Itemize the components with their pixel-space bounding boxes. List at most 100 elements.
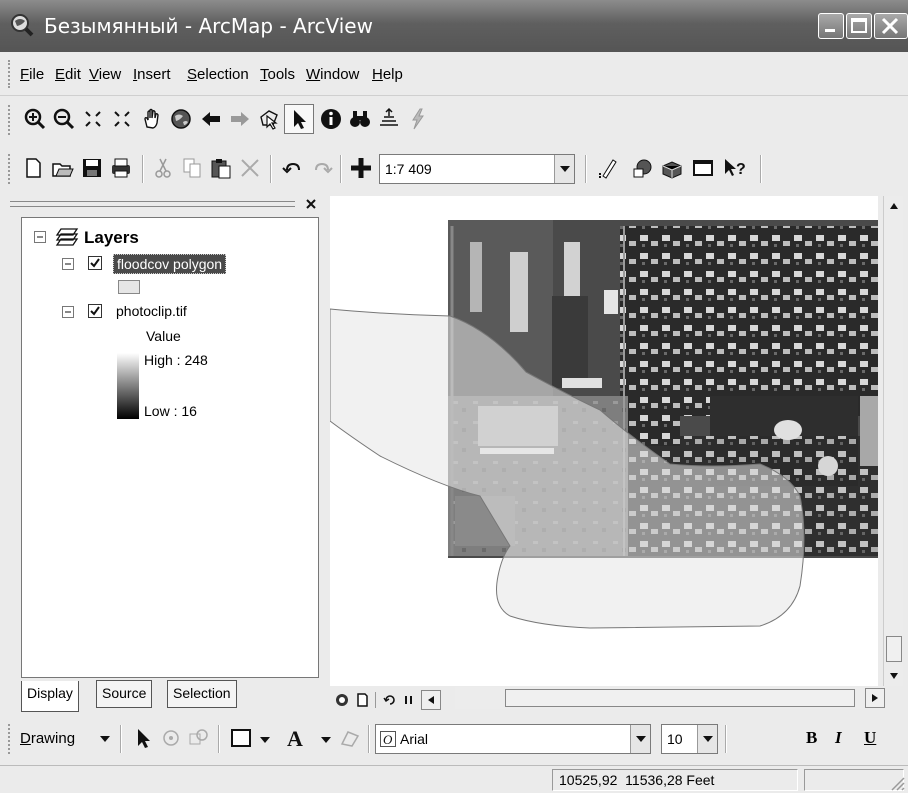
map-scale-combo[interactable]: 1:7 409 <box>379 154 575 184</box>
open-button[interactable] <box>50 155 76 181</box>
arccatalog-icon <box>633 159 652 178</box>
fixed-zoom-out-button[interactable] <box>109 106 135 132</box>
map-display[interactable] <box>330 196 878 686</box>
polygon-symbol-swatch[interactable] <box>118 280 140 294</box>
toc-title-bar[interactable] <box>4 197 324 211</box>
minimize-button[interactable] <box>818 13 844 39</box>
standard-toolbar: 1:7 409 ? <box>0 146 908 194</box>
menu-file[interactable]: File <box>20 66 44 83</box>
layer-name[interactable]: photoclip.tif <box>116 303 187 319</box>
title-bar[interactable]: Безымянный - ArcMap - ArcView <box>0 0 908 52</box>
map-vertical-scrollbar[interactable] <box>883 196 903 686</box>
layer-name[interactable]: floodcov polygon <box>113 254 227 274</box>
redo-button[interactable] <box>309 155 335 181</box>
full-extent-button[interactable] <box>168 106 194 132</box>
refresh-icon[interactable] <box>383 693 397 707</box>
chevron-down-icon[interactable] <box>99 735 111 743</box>
standard-toolbar-grip[interactable] <box>8 154 12 184</box>
layer-collapse-icon[interactable] <box>62 258 75 271</box>
select-elements-button[interactable] <box>284 104 314 134</box>
maximize-button[interactable] <box>846 13 872 39</box>
underline-button[interactable]: U <box>864 728 876 748</box>
chevron-down-icon[interactable] <box>320 736 332 744</box>
toc-close-icon[interactable] <box>304 197 318 211</box>
tab-selection[interactable]: Selection <box>167 680 237 708</box>
tools-toolbar-grip[interactable] <box>8 105 12 135</box>
new-document-button[interactable] <box>20 155 46 181</box>
layers-collapse-icon[interactable] <box>34 231 47 244</box>
drawing-menu-button[interactable]: Drawing <box>20 730 75 747</box>
close-button[interactable] <box>874 13 908 39</box>
vertical-scroll-thumb[interactable] <box>886 636 902 662</box>
layer-visibility-checkbox[interactable] <box>88 304 103 319</box>
arctoolbox-button[interactable] <box>659 155 685 181</box>
rotate-button[interactable] <box>158 725 184 751</box>
add-data-button[interactable] <box>348 155 374 181</box>
pause-drawing-icon[interactable] <box>403 694 415 706</box>
menu-window[interactable]: Window <box>306 66 359 83</box>
menu-selection[interactable]: Selection <box>187 66 249 83</box>
cut-button[interactable] <box>150 155 176 181</box>
forward-button[interactable] <box>227 106 253 132</box>
fixed-zoom-in-button[interactable] <box>80 106 106 132</box>
whats-this-icon: ? <box>725 159 746 178</box>
identify-button[interactable] <box>318 106 344 132</box>
scroll-down-button[interactable] <box>884 666 904 686</box>
menu-view[interactable]: View <box>89 66 121 83</box>
italic-button[interactable]: I <box>835 728 842 748</box>
chevron-down-icon[interactable] <box>259 736 271 744</box>
menu-insert[interactable]: Insert <box>133 66 171 83</box>
undo-button[interactable] <box>280 155 306 181</box>
font-size-combo[interactable]: 10 <box>661 724 718 754</box>
new-rectangle-button[interactable] <box>228 725 254 751</box>
map-scale-value: 1:7 409 <box>385 161 432 177</box>
command-line-button[interactable] <box>690 155 716 181</box>
resize-grip-icon[interactable] <box>890 776 906 792</box>
font-dropdown-button[interactable] <box>630 725 650 753</box>
layer-collapse-icon[interactable] <box>62 306 75 319</box>
copy-icon <box>183 158 201 178</box>
layer-visibility-checkbox[interactable] <box>88 256 103 271</box>
new-text-button[interactable]: A <box>284 725 316 751</box>
menu-edit[interactable]: Edit <box>55 66 81 83</box>
font-combo[interactable]: O Arial <box>375 724 651 754</box>
zoom-out-button[interactable] <box>51 106 77 132</box>
select-features-button[interactable] <box>256 106 282 132</box>
zoom-to-selected-button[interactable] <box>186 725 212 751</box>
drawing-toolbar-grip[interactable] <box>8 724 12 754</box>
menu-grip[interactable] <box>8 60 12 88</box>
scale-dropdown-button[interactable] <box>554 155 574 183</box>
zoom-in-icon <box>24 108 46 130</box>
delete-button[interactable] <box>237 155 263 181</box>
tab-display[interactable]: Display <box>21 681 79 712</box>
select-elements-button[interactable] <box>130 725 156 751</box>
menu-tools[interactable]: Tools <box>260 66 295 83</box>
back-button[interactable] <box>198 106 224 132</box>
scroll-left-button[interactable] <box>421 690 441 710</box>
zoom-in-button[interactable] <box>22 106 48 132</box>
print-button[interactable] <box>108 155 134 181</box>
pan-button[interactable] <box>139 106 165 132</box>
bold-button[interactable]: B <box>806 728 817 748</box>
layout-view-page-icon[interactable] <box>355 693 369 707</box>
horizontal-scroll-thumb[interactable] <box>505 689 855 707</box>
edit-vertices-button[interactable] <box>337 725 363 751</box>
find-button[interactable] <box>347 106 373 132</box>
whats-this-button[interactable]: ? <box>722 155 748 181</box>
menu-help[interactable]: Help <box>372 66 403 83</box>
scroll-up-button[interactable] <box>884 196 904 216</box>
tab-source[interactable]: Source <box>96 680 153 708</box>
font-size-dropdown-button[interactable] <box>697 725 717 753</box>
data-view-globe-icon[interactable] <box>335 693 349 707</box>
map-horizontal-scrollbar[interactable] <box>455 687 885 709</box>
grayscale-ramp[interactable] <box>117 353 139 419</box>
scroll-right-button[interactable] <box>865 688 885 708</box>
arccatalog-button[interactable] <box>630 155 656 181</box>
hyperlink-button[interactable] <box>405 106 431 132</box>
editor-toolbar-button[interactable] <box>596 155 622 181</box>
paste-button[interactable] <box>208 155 234 181</box>
save-button[interactable] <box>79 155 105 181</box>
copy-button[interactable] <box>179 155 205 181</box>
toc-root-label[interactable]: Layers <box>84 228 139 248</box>
go-to-xy-button[interactable] <box>376 106 402 132</box>
